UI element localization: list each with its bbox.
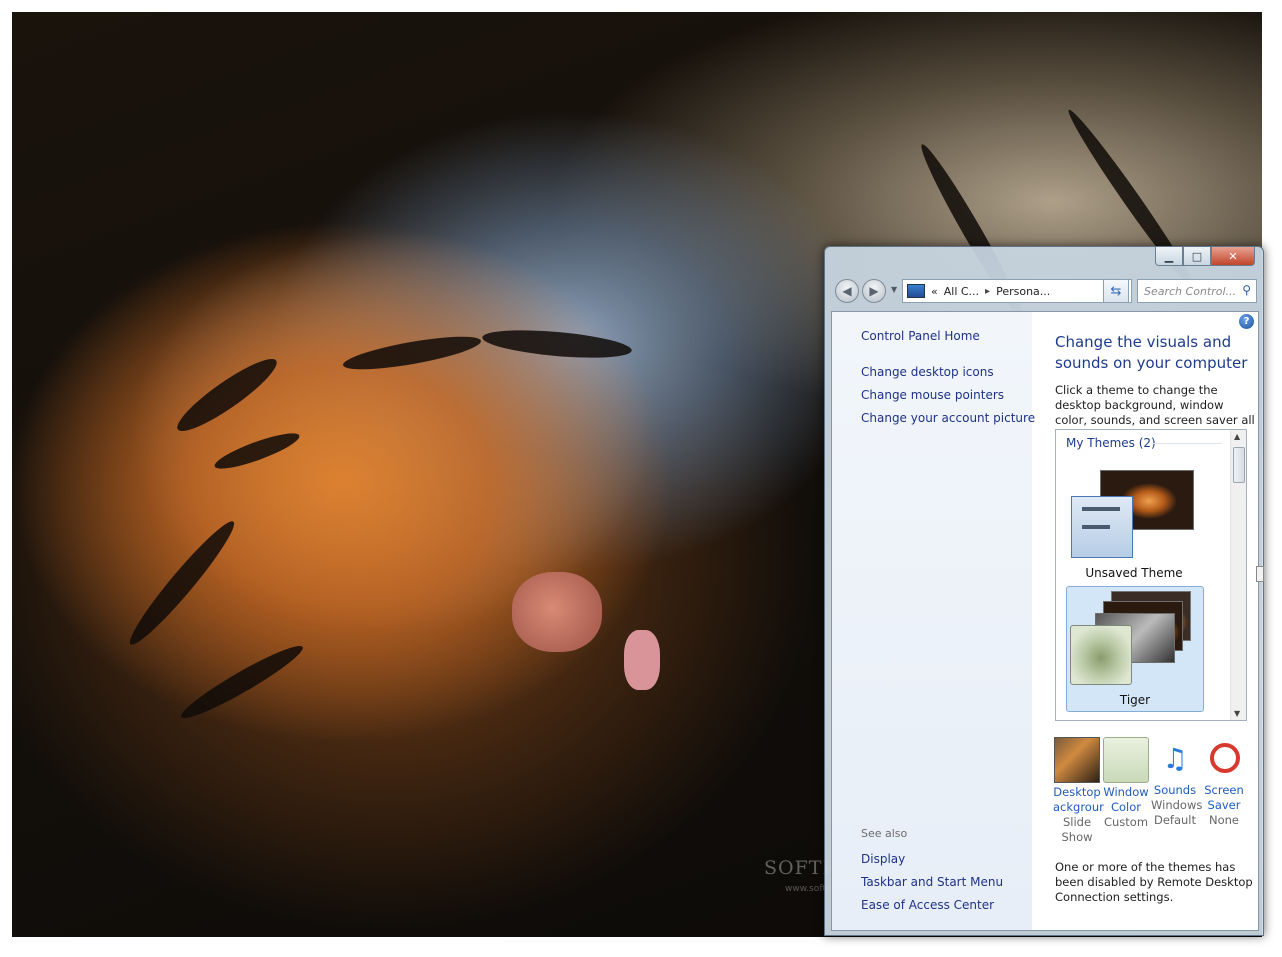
sounds-value-2: Default xyxy=(1153,813,1197,827)
wallpaper-stripe xyxy=(176,638,308,726)
wallpaper-stripe xyxy=(170,349,284,441)
address-bar[interactable]: « All C... ▸ Persona... ▼ xyxy=(902,279,1132,303)
screen-saver-setting[interactable]: Screen Saver None xyxy=(1200,737,1248,828)
desktop-background-setting[interactable]: Desktop ackgrour Slide Show xyxy=(1053,737,1104,845)
group-divider xyxy=(1152,443,1222,444)
change-account-picture-link[interactable]: Change your account picture xyxy=(861,411,1035,425)
task-pane: Control Panel Home Change desktop icons … xyxy=(832,312,1035,930)
theme-list[interactable]: My Themes (2) Unsaved Theme Tiger ▲ ▼ xyxy=(1055,429,1247,721)
change-desktop-icons-link[interactable]: Change desktop icons xyxy=(861,365,994,379)
thumbnail-bar xyxy=(1082,507,1120,511)
personalization-window: ▁ □ ✕ ◀ ▶ ▼ « All C... ▸ Persona... ▼ ⇆ … xyxy=(824,246,1264,936)
page-title: Change the visuals and sounds on your co… xyxy=(1055,333,1248,372)
refresh-button[interactable]: ⇆ xyxy=(1103,279,1129,303)
taskbar-start-menu-link[interactable]: Taskbar and Start Menu xyxy=(861,875,1003,889)
see-also-heading: See also xyxy=(861,827,908,840)
wallpaper-tongue xyxy=(624,630,660,690)
breadcrumb-personalization[interactable]: Persona... xyxy=(996,285,1050,298)
control-panel-icon xyxy=(907,284,925,298)
window-color-value: Custom xyxy=(1103,815,1149,829)
breadcrumb-overflow[interactable]: « xyxy=(931,285,938,298)
theme-label-unsaved: Unsaved Theme xyxy=(1085,566,1183,580)
control-panel-home-link[interactable]: Control Panel Home xyxy=(861,329,980,343)
resize-handle[interactable] xyxy=(1256,566,1264,582)
wallpaper-stripe xyxy=(481,325,633,363)
change-mouse-pointers-link[interactable]: Change mouse pointers xyxy=(861,388,1004,402)
recent-pages-dropdown[interactable]: ▼ xyxy=(891,285,897,294)
theme-list-scrollbar[interactable]: ▲ ▼ xyxy=(1230,430,1246,720)
window-color-label[interactable]: Window xyxy=(1102,785,1150,800)
close-button[interactable]: ✕ xyxy=(1211,247,1255,266)
sounds-icon: ♫ xyxy=(1162,742,1188,775)
desktop-background-value: Slide xyxy=(1062,815,1092,829)
sounds-setting[interactable]: ♫ Sounds Windows Default xyxy=(1151,737,1203,828)
sounds-label[interactable]: Sounds xyxy=(1151,783,1199,798)
thumbnail-bar xyxy=(1082,525,1110,529)
theme-window-color-thumbnail xyxy=(1071,496,1133,558)
screen-saver-value: None xyxy=(1208,813,1239,827)
wallpaper-nose xyxy=(512,572,602,652)
forward-arrow-icon: ▶ xyxy=(869,284,879,298)
theme-unsaved[interactable]: Unsaved Theme xyxy=(1066,460,1202,584)
customize-bar: Desktop ackgrour Slide Show Window Color… xyxy=(1053,737,1255,847)
help-icon[interactable]: ? xyxy=(1239,314,1254,329)
wallpaper-stripe xyxy=(211,427,303,475)
search-box[interactable]: Search Control... ⚲ xyxy=(1137,279,1257,303)
window-color-setting[interactable]: Window Color Custom xyxy=(1102,737,1150,830)
screen-saver-icon xyxy=(1202,737,1246,781)
search-placeholder: Search Control... xyxy=(1144,284,1237,298)
scroll-up-icon[interactable]: ▲ xyxy=(1234,432,1240,441)
scroll-thumb[interactable] xyxy=(1233,447,1245,483)
desktop-background-value-2: Show xyxy=(1061,830,1093,844)
remote-desktop-notice: One or more of the themes has been disab… xyxy=(1055,860,1253,904)
wallpaper-stripe xyxy=(341,330,483,376)
back-arrow-icon: ◀ xyxy=(842,284,852,298)
desktop-background-label-2[interactable]: ackgrour xyxy=(1053,800,1104,815)
window-color-label-2[interactable]: Color xyxy=(1102,800,1150,815)
window-color-icon xyxy=(1103,737,1149,783)
scroll-down-icon[interactable]: ▼ xyxy=(1234,709,1240,718)
ease-of-access-link[interactable]: Ease of Access Center xyxy=(861,898,994,912)
maximize-button[interactable]: □ xyxy=(1183,247,1211,266)
screen-saver-label[interactable]: Screen xyxy=(1200,783,1248,798)
desktop-background-label[interactable]: Desktop xyxy=(1053,785,1101,800)
breadcrumb-all-control-panel[interactable]: All C... xyxy=(944,285,979,298)
sounds-value: Windows xyxy=(1151,798,1203,812)
breadcrumb-separator-icon[interactable]: ▸ xyxy=(985,286,990,297)
my-themes-header[interactable]: My Themes (2) xyxy=(1066,436,1156,450)
screen-saver-label-2[interactable]: Saver xyxy=(1200,798,1248,813)
refresh-icon: ⇆ xyxy=(1110,283,1122,299)
theme-tiger[interactable]: Tiger xyxy=(1066,586,1204,712)
search-icon[interactable]: ⚲ xyxy=(1242,283,1251,297)
wallpaper-stripe xyxy=(122,514,242,652)
theme-label-tiger: Tiger xyxy=(1119,693,1151,707)
navigation-bar: ◀ ▶ ▼ « All C... ▸ Persona... ▼ ⇆ Search… xyxy=(833,278,1257,304)
caption-buttons: ▁ □ ✕ xyxy=(1155,247,1255,266)
no-symbol-icon xyxy=(1210,743,1240,773)
main-pane: ? Change the visuals and sounds on your … xyxy=(1032,312,1258,930)
display-link[interactable]: Display xyxy=(861,852,905,866)
desktop-background-icon xyxy=(1054,737,1100,783)
forward-button[interactable]: ▶ xyxy=(862,279,886,303)
theme-window-color-thumbnail xyxy=(1070,625,1132,685)
back-button[interactable]: ◀ xyxy=(835,279,859,303)
minimize-button[interactable]: ▁ xyxy=(1155,247,1183,266)
content-area: Control Panel Home Change desktop icons … xyxy=(831,311,1259,931)
